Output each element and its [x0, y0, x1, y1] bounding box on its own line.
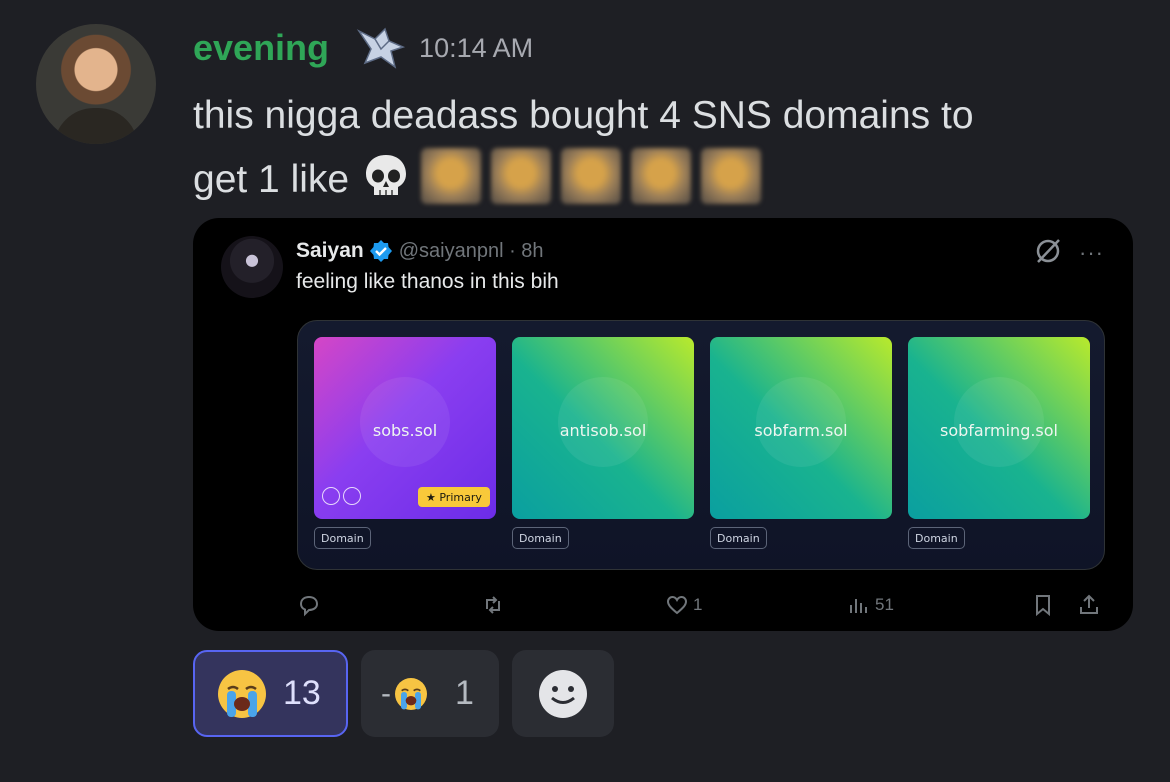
- skull-emoji-icon[interactable]: [361, 152, 411, 200]
- tweet-header: Saiyan @saiyanpnl · 8h: [296, 236, 544, 266]
- message-line-2-text: get 1 like: [193, 158, 350, 201]
- gem-icon: [343, 487, 361, 505]
- share-icon: [1080, 594, 1098, 614]
- verified-badge-icon: [369, 240, 392, 262]
- reaction-crying-active[interactable]: 13: [193, 650, 348, 737]
- tweet-author-avatar[interactable]: [221, 236, 283, 298]
- card-mini-icons: [322, 487, 361, 505]
- tweet-actions-bar: 1 51: [193, 590, 1133, 620]
- list-icon: [322, 487, 340, 505]
- domain-card-label: sobfarming.sol: [940, 421, 1058, 440]
- domain-tag: Domain: [908, 527, 965, 549]
- blurred-emoji-4[interactable]: [631, 148, 692, 204]
- domain-card-sobs[interactable]: sobs.sol ★ Primary: [314, 337, 496, 519]
- smiley-face-icon: [539, 669, 587, 718]
- reaction-prefix: -: [381, 676, 391, 710]
- tweet-author-name[interactable]: Saiyan: [296, 239, 364, 263]
- domain-card-label: sobfarm.sol: [754, 421, 848, 440]
- wolf-head-icon[interactable]: [355, 25, 407, 71]
- bookmark-button[interactable]: [1031, 590, 1055, 620]
- message-line-1: this nigga deadass bought 4 SNS domains …: [193, 94, 974, 137]
- blurred-emoji-5[interactable]: [701, 148, 762, 204]
- domain-card-label: sobs.sol: [372, 421, 438, 440]
- message-header: evening 10:14 AM: [193, 22, 533, 74]
- like-button[interactable]: 1: [665, 590, 702, 620]
- domain-tag: Domain: [512, 527, 569, 549]
- grok-icon[interactable]: [1033, 236, 1063, 266]
- share-button[interactable]: [1077, 590, 1101, 620]
- avatar-shirt: [54, 108, 138, 144]
- views-count: 51: [875, 595, 894, 614]
- message-content: this nigga deadass bought 4 SNS domains …: [193, 84, 1133, 212]
- loudly-crying-face-icon: [395, 677, 427, 710]
- loudly-crying-face-icon: [218, 669, 266, 718]
- tweet-handle-time: @saiyanpnl · 8h: [398, 239, 544, 262]
- primary-badge: ★ Primary: [418, 487, 490, 507]
- reply-icon: [299, 595, 319, 617]
- retweet-button[interactable]: [481, 590, 505, 620]
- message-line-2: get 1 like: [193, 148, 1133, 212]
- reply-button[interactable]: [297, 590, 321, 620]
- reaction-custom-crying[interactable]: - 1: [361, 650, 499, 737]
- domains-panel: sobs.sol ★ Primary antisob.sol sobfarm.s…: [297, 320, 1105, 570]
- bookmark-icon: [1036, 595, 1050, 617]
- blurred-emoji-1[interactable]: [421, 148, 482, 204]
- domain-card-sobfarming[interactable]: sobfarming.sol: [908, 337, 1090, 519]
- tweet-text: feeling like thanos in this bih: [296, 270, 559, 293]
- username[interactable]: evening: [193, 27, 329, 69]
- blurred-emoji-2[interactable]: [491, 148, 552, 204]
- views-chart-icon: [850, 599, 867, 613]
- user-avatar[interactable]: [36, 24, 156, 144]
- domain-card-label: antisob.sol: [559, 421, 647, 440]
- reactions-bar: 13 - 1: [193, 650, 614, 737]
- more-options-icon[interactable]: ···: [1079, 240, 1104, 266]
- message-timestamp: 10:14 AM: [419, 32, 534, 63]
- domain-card-antisob[interactable]: antisob.sol: [512, 337, 694, 519]
- retweet-icon: [486, 596, 500, 614]
- domain-card-sobfarm[interactable]: sobfarm.sol: [710, 337, 892, 519]
- views-button[interactable]: 51: [847, 590, 894, 620]
- heart-icon: [666, 595, 688, 615]
- reaction-count: 13: [283, 674, 321, 712]
- reaction-count: 1: [455, 674, 474, 712]
- domain-tag: Domain: [710, 527, 767, 549]
- like-count: 1: [693, 595, 703, 614]
- blurred-emoji-3[interactable]: [561, 148, 622, 204]
- add-reaction-button[interactable]: [512, 650, 614, 737]
- domain-tag: Domain: [314, 527, 371, 549]
- tweet-embed[interactable]: Saiyan @saiyanpnl · 8h feeling like than…: [193, 218, 1133, 631]
